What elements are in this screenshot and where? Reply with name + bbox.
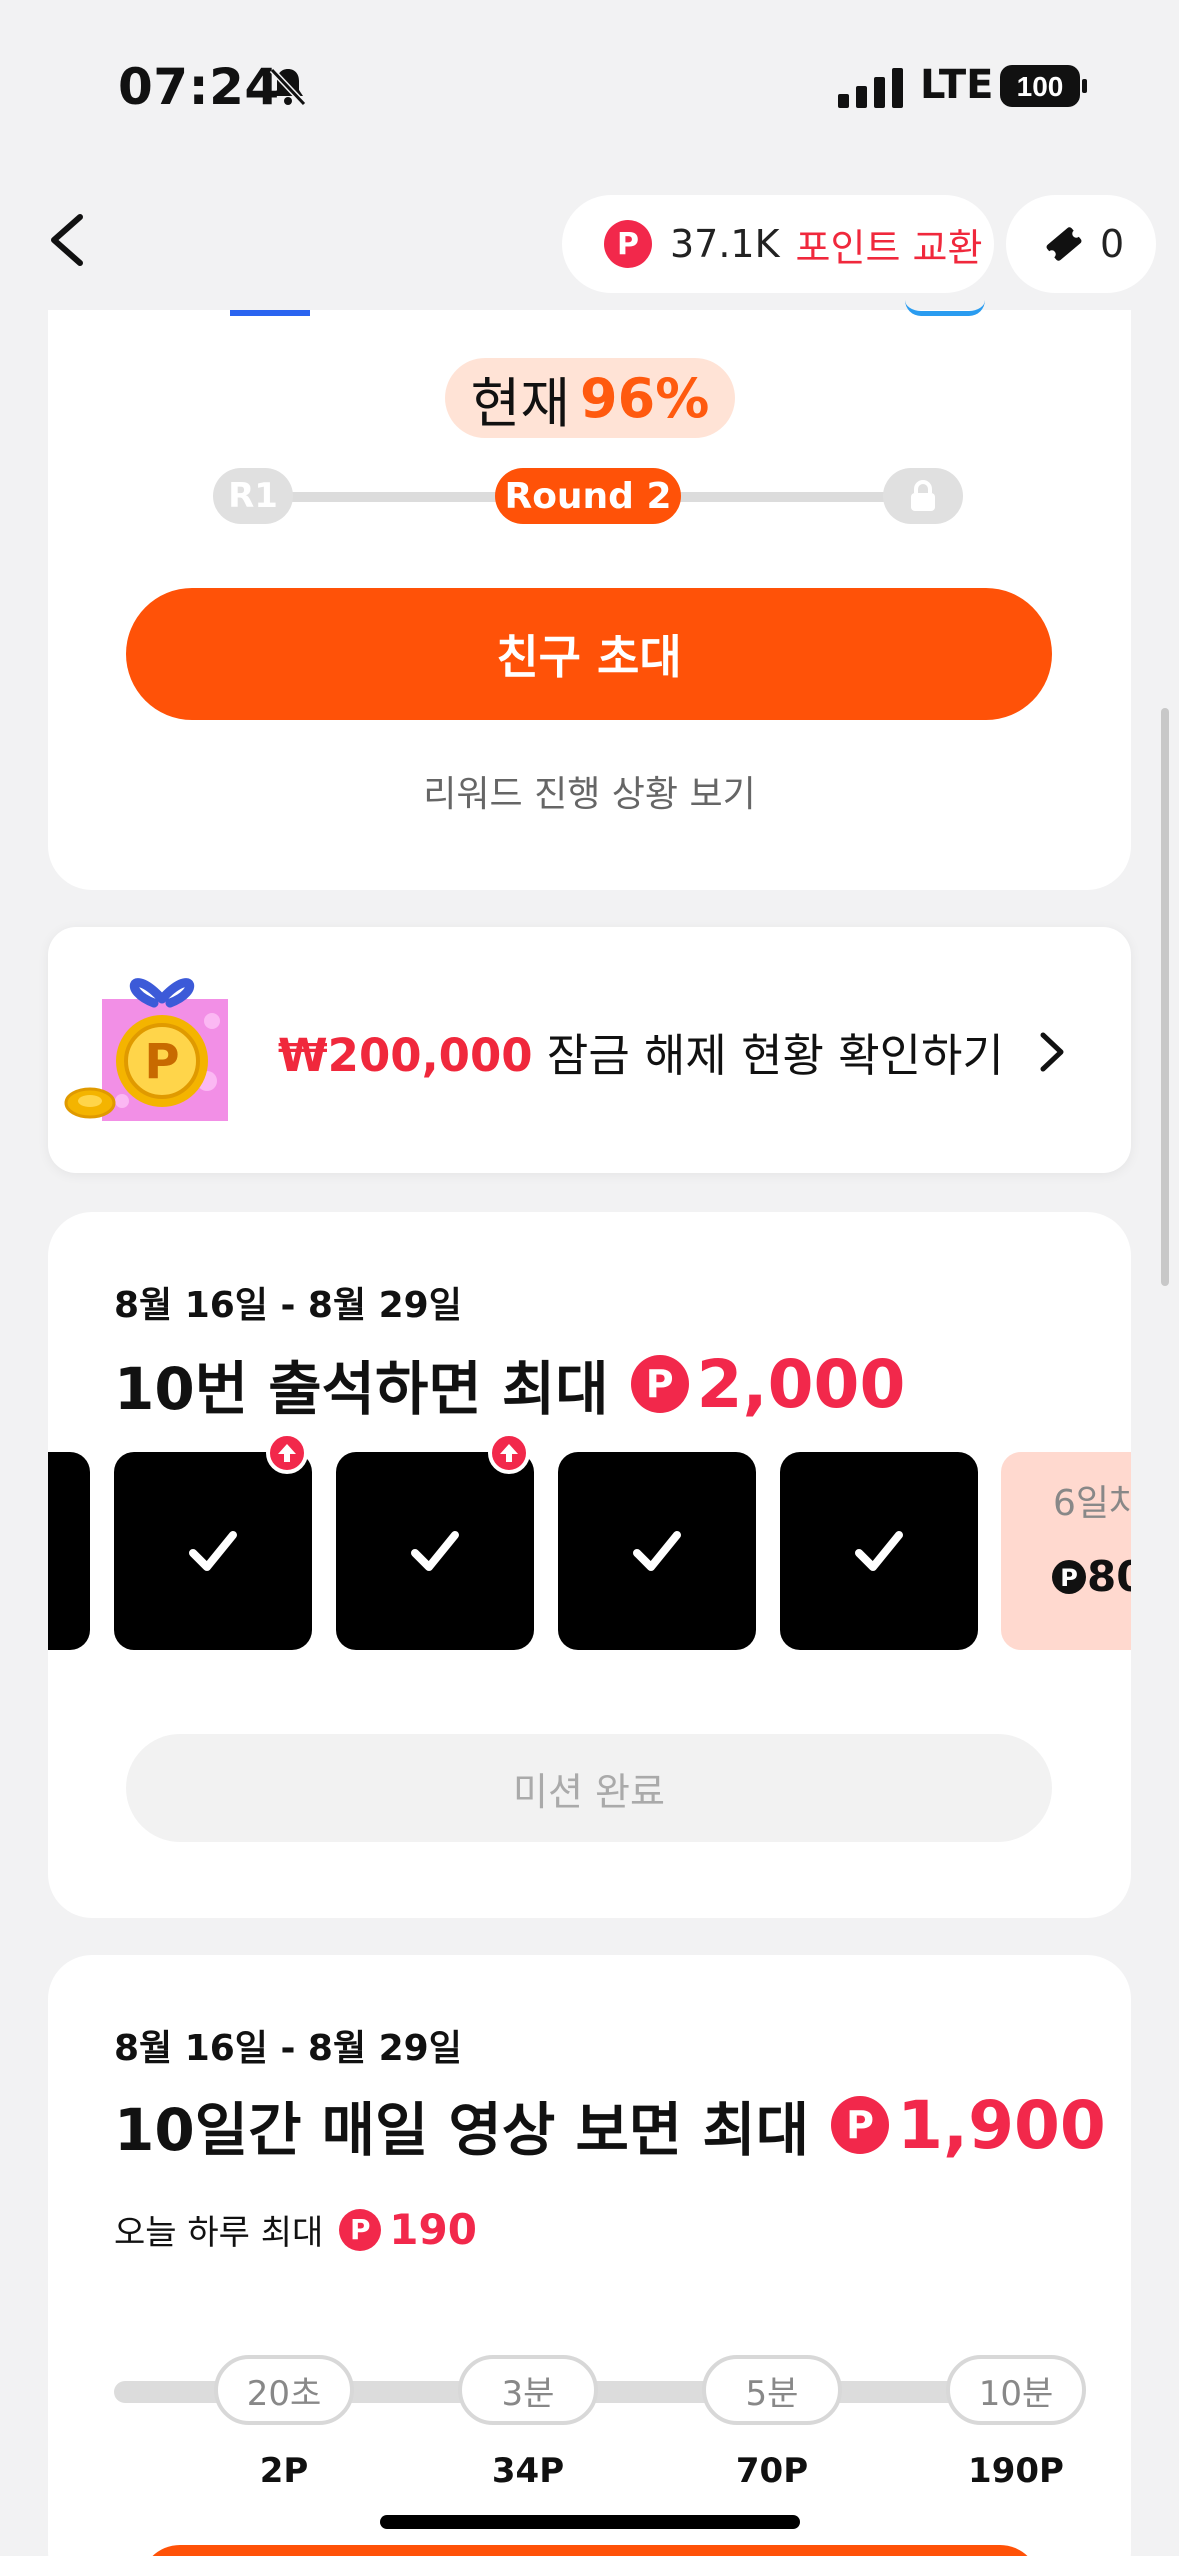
unlock-status-text: ₩200,000 잠금 해제 현황 확인하기 [278, 1019, 1004, 1084]
attendance-date-range: 8월 16일 - 8월 29일 [114, 1285, 462, 1326]
attendance-headline-text: 10번 출석하면 최대 [114, 1355, 609, 1423]
round-1-chip: R1 [213, 468, 293, 524]
scrollbar[interactable] [1161, 708, 1169, 1286]
step-time-chip: 5분 [702, 2355, 842, 2425]
scrolled-content-edge [230, 310, 310, 316]
video-headline: 10일간 매일 영상 보면 최대 P 1,900 [114, 2083, 1106, 2167]
step-time-chip: 10분 [946, 2355, 1086, 2425]
step-reward: 70P [735, 2451, 809, 2491]
points-exchange-button[interactable]: P 37.1K 포인트 교환 [562, 195, 994, 293]
points-balance: 37.1K [670, 222, 780, 266]
attendance-headline: 10번 출석하면 최대 P 2,000 [114, 1342, 905, 1426]
video-headline-text: 10일간 매일 영상 보면 최대 [114, 2096, 810, 2164]
check-icon [633, 1531, 681, 1571]
unlock-status-card[interactable]: P ₩200,000 잠금 해제 현황 확인하기 [48, 927, 1131, 1173]
day-checked-tile [48, 1452, 90, 1650]
attendance-mission-card: 8월 16일 - 8월 29일 10번 출석하면 최대 P 2,000 6일차 … [48, 1212, 1131, 1918]
battery-level: 100 [1017, 71, 1064, 102]
chevron-right-icon [1040, 1032, 1064, 1072]
current-percent: 96% [580, 366, 710, 430]
invite-friend-button[interactable]: 친구 초대 [126, 588, 1052, 720]
next-day-points: 80 [1087, 1552, 1131, 1601]
round-2-chip: Round 2 [495, 468, 681, 524]
step-time-chip: 3분 [458, 2355, 598, 2425]
network-type: LTE [920, 62, 994, 108]
next-day-tile: 6일차 P 80 [1001, 1452, 1131, 1650]
silent-bell-icon [269, 67, 307, 107]
ticket-icon [1046, 227, 1082, 261]
point-coin-icon: P [630, 1355, 689, 1413]
round-progress: R1 Round 2 [213, 468, 965, 524]
battery-icon: 100 [1000, 65, 1087, 107]
view-reward-progress-link[interactable]: 리워드 진행 상황 보기 [48, 765, 1131, 817]
svg-text:P: P [144, 1034, 179, 1090]
current-progress-badge: 현재 96% [445, 358, 735, 438]
scrolled-content-edge [905, 300, 985, 316]
check-icon [411, 1531, 459, 1571]
point-coin-icon: P [339, 2208, 382, 2251]
attendance-max-amount: 2,000 [696, 1345, 906, 1423]
gift-coin-icon: P [64, 978, 228, 1121]
points-exchange-label: 포인트 교환 [795, 225, 983, 270]
unlock-amount: ₩200,000 [278, 1029, 533, 1082]
next-day-reward: P 80 [1051, 1552, 1131, 1601]
day-checked-tile [780, 1452, 978, 1650]
day-checked-tile [558, 1452, 756, 1650]
video-mission-card: 8월 16일 - 8월 29일 10일간 매일 영상 보면 최대 P 1,900… [48, 1955, 1131, 2556]
ticket-button[interactable]: 0 [1006, 195, 1156, 293]
svg-text:P: P [1060, 1564, 1078, 1592]
watch-video-button[interactable] [140, 2545, 1040, 2556]
check-icon [855, 1531, 903, 1571]
boost-up-icon [488, 1432, 530, 1474]
step-reward: 190P [968, 2451, 1064, 2491]
current-label: 현재 [470, 371, 571, 435]
status-time: 07:24 [118, 58, 280, 116]
back-icon[interactable] [40, 205, 100, 275]
cellular-signal-icon [838, 68, 903, 108]
boost-up-icon [266, 1432, 308, 1474]
next-day-label: 6일차 [1053, 1483, 1131, 1524]
today-label: 오늘 하루 최대 [114, 2213, 324, 2253]
unlock-label: 잠금 해제 현황 확인하기 [546, 1029, 1004, 1082]
today-max: 오늘 하루 최대 P 190 [114, 2205, 477, 2254]
check-icon [189, 1531, 237, 1571]
video-max-amount: 1,900 [897, 2086, 1106, 2164]
video-date-range: 8월 16일 - 8월 29일 [114, 2028, 462, 2069]
day-checked-tile [114, 1432, 312, 1650]
ticket-count: 0 [1100, 222, 1125, 266]
step-reward: 34P [491, 2451, 565, 2491]
point-coin-icon: P [604, 220, 652, 268]
point-coin-icon: P [831, 2096, 890, 2154]
mission-complete-button[interactable]: 미션 완료 [126, 1734, 1052, 1842]
top-header: P 37.1K 포인트 교환 0 [0, 175, 1179, 310]
point-coin-icon: P [1052, 1560, 1086, 1594]
home-indicator[interactable] [380, 2515, 800, 2529]
step-time-chip: 20초 [214, 2355, 354, 2425]
step-reward: 2P [259, 2451, 309, 2491]
day-checked-tile [336, 1432, 534, 1650]
today-amount: 190 [389, 2205, 477, 2254]
attendance-day-strip: 6일차 P 80 [48, 1432, 1131, 1652]
lock-icon [911, 480, 935, 511]
status-bar: 07:24 LTE 100 [0, 0, 1179, 175]
referral-progress-card: 현재 96% R1 Round 2 친구 초대 리워드 진행 상황 보기 [48, 230, 1131, 890]
locked-round-chip [883, 468, 963, 524]
